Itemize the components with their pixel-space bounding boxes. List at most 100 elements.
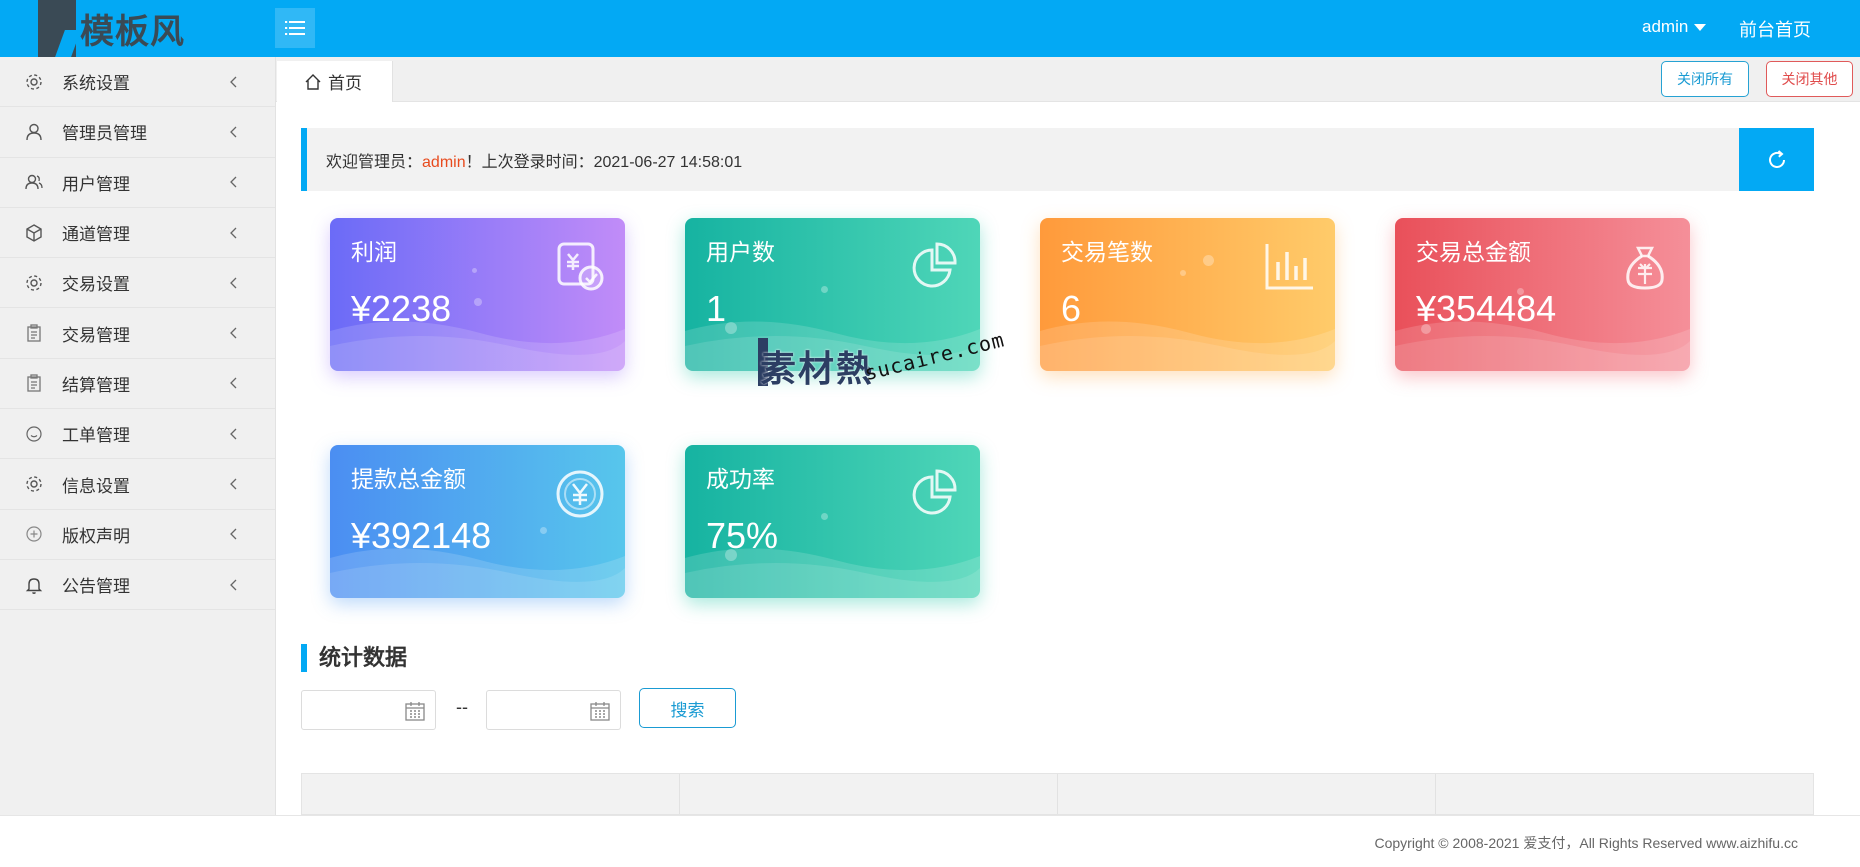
stat-card-success-rate: 成功率 75% xyxy=(685,445,980,598)
tab-label: 首页 xyxy=(328,74,362,93)
sidebar-item-info-settings[interactable]: 信息设置 xyxy=(0,459,275,510)
chevron-left-icon xyxy=(227,227,239,239)
decorative-dot xyxy=(821,513,828,520)
card-wave-decoration xyxy=(1040,321,1335,371)
end-date-input[interactable] xyxy=(486,690,621,730)
sidebar-item-label: 管理员管理 xyxy=(62,124,147,144)
decorative-dot xyxy=(1203,255,1214,266)
bar-chart-icon xyxy=(1265,244,1313,290)
gear-icon xyxy=(24,273,44,293)
calendar-icon xyxy=(590,702,610,721)
sidebar-item-system-settings[interactable]: 系统设置 xyxy=(0,57,275,108)
decorative-dot xyxy=(821,286,828,293)
last-login-text: ！上次登录时间：2021-06-27 14:58:01 xyxy=(465,154,743,171)
smile-icon xyxy=(24,424,44,444)
card-value: 75% xyxy=(706,515,779,556)
sidebar-item-trade-management[interactable]: 交易管理 xyxy=(0,308,275,359)
plus-circle-icon xyxy=(24,524,44,544)
sidebar-item-copyright[interactable]: 版权声明 xyxy=(0,510,275,560)
user-name: admin xyxy=(1642,17,1689,36)
section-title-statistics: 统计数据 xyxy=(301,644,407,672)
frontend-home-link[interactable]: 前台首页 xyxy=(1739,16,1811,42)
sidebar-item-label: 版权声明 xyxy=(62,526,130,546)
table-header-cell xyxy=(302,774,680,814)
close-other-tabs-button[interactable]: 关闭其他 xyxy=(1766,61,1853,97)
chevron-left-icon xyxy=(227,478,239,490)
decorative-dot xyxy=(540,527,547,534)
pie-chart-icon xyxy=(912,469,957,515)
sidebar-item-label: 工单管理 xyxy=(62,426,130,446)
card-value: 6 xyxy=(1061,288,1082,329)
card-title: 交易笔数 xyxy=(1061,239,1153,265)
gear-icon xyxy=(24,72,44,92)
statistics-table-header xyxy=(301,773,1814,815)
money-bag-icon xyxy=(1626,246,1664,290)
calendar-icon xyxy=(405,702,425,721)
sidebar-item-label: 交易设置 xyxy=(62,275,130,295)
sidebar: 系统设置 管理员管理 用户管理 通道管理 交易设置 交易管理 结算管理 工单管理… xyxy=(0,57,276,815)
refresh-icon xyxy=(1768,149,1785,168)
stat-card-trade-amount: 交易总金额 ¥354484 xyxy=(1395,218,1690,371)
sidebar-item-user-management[interactable]: 用户管理 xyxy=(0,158,275,208)
chevron-left-icon xyxy=(227,126,239,138)
chevron-left-icon xyxy=(227,377,239,389)
decorative-dot xyxy=(725,322,737,334)
user-dropdown[interactable]: admin xyxy=(1642,17,1707,37)
chevron-left-icon xyxy=(227,428,239,440)
sidebar-item-admin-management[interactable]: 管理员管理 xyxy=(0,107,275,158)
decorative-dot xyxy=(472,268,477,273)
menu-toggle-button[interactable] xyxy=(275,8,315,48)
card-title: 提款总金额 xyxy=(351,466,466,492)
receipt-check-icon xyxy=(557,242,604,291)
gear-icon xyxy=(24,474,44,494)
user-icon xyxy=(24,122,44,142)
logo[interactable]: 模板风 xyxy=(38,0,185,57)
decorative-dot xyxy=(1180,270,1186,276)
yen-coin-icon xyxy=(556,470,604,518)
refresh-button[interactable] xyxy=(1739,128,1814,191)
sidebar-item-label: 交易管理 xyxy=(62,325,130,345)
table-header-cell xyxy=(1436,774,1813,814)
sidebar-item-label: 通道管理 xyxy=(62,225,130,245)
copyright-text: Copyright © 2008-2021 爱支付，All Rights Res… xyxy=(1374,835,1799,851)
chevron-left-icon xyxy=(227,277,239,289)
main-content: 欢迎管理员：admin！上次登录时间：2021-06-27 14:58:01 利… xyxy=(276,102,1860,815)
sidebar-item-label: 信息设置 xyxy=(62,476,130,496)
start-date-input[interactable] xyxy=(301,690,436,730)
sidebar-item-trade-settings[interactable]: 交易设置 xyxy=(0,258,275,309)
home-icon xyxy=(305,73,321,90)
sidebar-item-channel-management[interactable]: 通道管理 xyxy=(0,208,275,259)
sidebar-item-ticket-management[interactable]: 工单管理 xyxy=(0,409,275,460)
stat-card-trade-count: 交易笔数 6 xyxy=(1040,218,1335,371)
tab-home[interactable]: 首页 xyxy=(277,61,393,102)
close-all-tabs-button[interactable]: 关闭所有 xyxy=(1661,61,1749,97)
search-button[interactable]: 搜索 xyxy=(639,688,736,728)
welcome-message: 欢迎管理员：admin！上次登录时间：2021-06-27 14:58:01 xyxy=(326,148,742,172)
users-icon xyxy=(24,172,44,192)
sidebar-item-settlement-management[interactable]: 结算管理 xyxy=(0,359,275,410)
chevron-left-icon xyxy=(227,176,239,188)
decorative-dot xyxy=(474,298,482,306)
table-header-cell xyxy=(680,774,1058,814)
clipboard-icon xyxy=(24,323,44,343)
caret-down-icon xyxy=(1694,23,1707,31)
footer: Copyright © 2008-2021 爱支付，All Rights Res… xyxy=(0,815,1860,867)
sidebar-item-label: 公告管理 xyxy=(62,577,130,597)
sidebar-item-label: 结算管理 xyxy=(62,375,130,395)
chevron-left-icon xyxy=(227,528,239,540)
card-value: ¥354484 xyxy=(1416,288,1557,329)
chevron-left-icon xyxy=(227,327,239,339)
cube-icon xyxy=(24,223,44,243)
card-title: 成功率 xyxy=(706,466,775,492)
date-range-separator: -- xyxy=(456,697,468,717)
card-wave-decoration xyxy=(685,321,980,371)
card-value: ¥392148 xyxy=(351,515,492,556)
chevron-left-icon xyxy=(227,76,239,88)
table-header-cell xyxy=(1058,774,1436,814)
stat-card-withdraw-amount: 提款总金额 ¥392148 xyxy=(330,445,625,598)
sidebar-item-announcement-management[interactable]: 公告管理 xyxy=(0,560,275,611)
card-title: 交易总金额 xyxy=(1416,239,1531,265)
bell-icon xyxy=(24,575,44,595)
clipboard-icon xyxy=(24,373,44,393)
top-header: 模板风 admin 前台首页 xyxy=(0,0,1860,57)
